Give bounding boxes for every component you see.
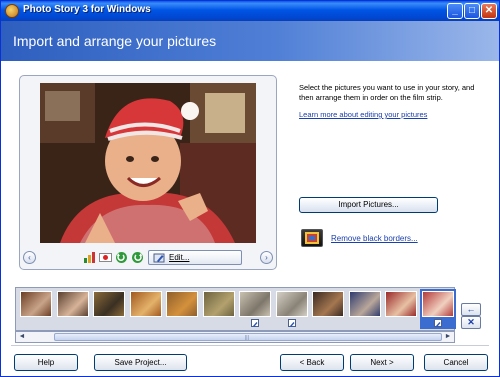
remove-picture-button[interactable]: ✕ (461, 316, 481, 329)
film-strip-thumbnail[interactable] (385, 291, 417, 317)
film-strip-thumbnail[interactable] (312, 291, 344, 317)
page-header: Import and arrange your pictures (1, 21, 499, 61)
rotate-left-icon[interactable] (115, 251, 128, 264)
scroll-thumb[interactable]: ||| (54, 333, 442, 341)
edit-pencil-icon (153, 252, 166, 265)
film-strip-thumbnail[interactable] (93, 291, 125, 317)
film-strip-thumbnail[interactable] (239, 291, 271, 317)
thumbnail-edit-icon[interactable] (251, 319, 259, 327)
preview-photo-image (40, 83, 256, 243)
preview-toolbar: ‹ Edit... › (20, 248, 276, 268)
footer-divider (11, 345, 489, 346)
main-content: ‹ Edit... › Select the pictures you want… (1, 61, 499, 376)
move-picture-left-button[interactable]: ← (461, 303, 481, 316)
color-levels-icon[interactable] (83, 251, 96, 264)
thumbnail-edit-icon[interactable] (287, 319, 296, 327)
window-title: Photo Story 3 for Windows (23, 4, 151, 15)
title-bar[interactable]: Photo Story 3 for Windows _ □ ✕ (1, 1, 499, 21)
cancel-button[interactable]: Cancel (424, 354, 488, 371)
film-strip-thumbnail[interactable] (129, 291, 162, 317)
film-strip-thumbnail[interactable] (348, 291, 381, 317)
import-pictures-button[interactable]: Import Pictures... (299, 197, 438, 213)
scroll-left-arrow[interactable]: ◄ (16, 332, 28, 342)
minimize-button[interactable]: _ (447, 3, 463, 19)
next-button[interactable]: Next > (350, 354, 414, 371)
close-button[interactable]: ✕ (481, 3, 497, 19)
learn-more-link[interactable]: Learn more about editing your pictures (299, 110, 427, 119)
rotate-right-icon[interactable] (131, 251, 144, 264)
remove-black-borders-link[interactable]: Remove black borders... (331, 234, 418, 243)
film-strip-thumbnail[interactable] (166, 291, 198, 317)
thumbnail-edit-icon[interactable] (433, 319, 442, 327)
picture-preview-panel: ‹ Edit... › (19, 75, 277, 270)
save-project-button[interactable]: Save Project... (94, 354, 187, 371)
film-strip-thumbnail[interactable] (275, 291, 308, 317)
film-strip-scrollbar[interactable]: ◄ ||| ► (15, 331, 455, 343)
preview-photo (40, 83, 256, 243)
page-title: Import and arrange your pictures (13, 33, 217, 49)
film-strip-thumbnail[interactable] (202, 291, 235, 317)
scroll-grip: ||| (245, 335, 249, 341)
help-button[interactable]: Help (14, 354, 78, 371)
film-strip-thumbnail[interactable] (421, 291, 454, 317)
photo-story-app-icon[interactable] (5, 4, 19, 18)
film-strip-thumbnail[interactable] (20, 291, 52, 317)
remove-black-borders-icon[interactable] (301, 229, 323, 247)
scroll-right-arrow[interactable]: ► (442, 332, 454, 342)
previous-picture-button[interactable]: ‹ (23, 251, 36, 264)
film-strip (15, 287, 456, 331)
instructions-text: Select the pictures you want to use in y… (299, 83, 475, 102)
back-button[interactable]: < Back (280, 354, 344, 371)
app-window: Photo Story 3 for Windows _ □ ✕ Import a… (0, 0, 500, 377)
edit-button-label: Edit... (169, 253, 190, 262)
film-strip-thumbnail[interactable] (56, 291, 89, 317)
maximize-button[interactable]: □ (464, 3, 480, 19)
edit-button[interactable]: Edit... (148, 250, 242, 265)
next-picture-button[interactable]: › (260, 251, 273, 264)
red-eye-icon[interactable] (99, 251, 112, 264)
